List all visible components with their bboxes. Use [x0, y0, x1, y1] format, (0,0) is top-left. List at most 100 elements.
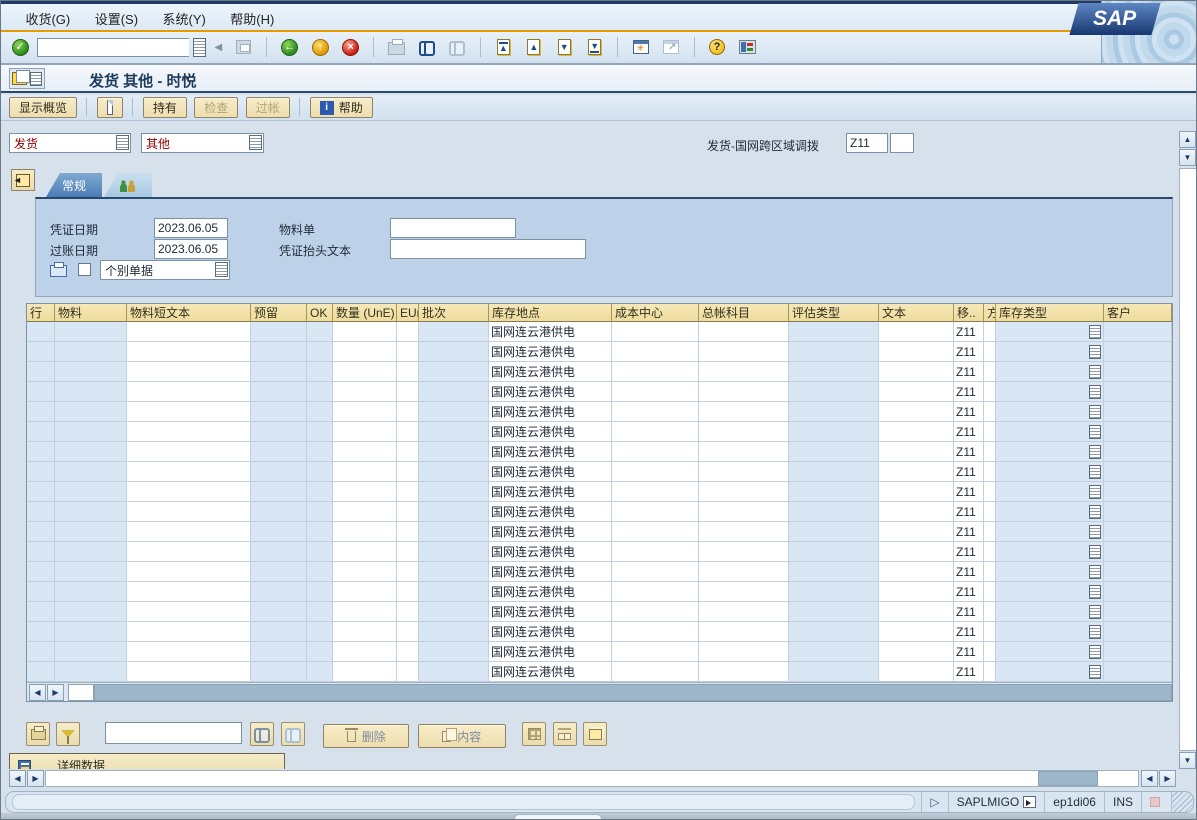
stock-type-dropdown-icon[interactable]: [1089, 385, 1101, 399]
cell-text[interactable]: [879, 502, 954, 522]
cell-stock_type[interactable]: [996, 362, 1104, 382]
cell-dc[interactable]: [984, 382, 996, 402]
cell-line[interactable]: [27, 542, 55, 562]
cell-short_text[interactable]: [127, 642, 251, 662]
check-button[interactable]: 检查: [194, 97, 238, 118]
cell-movement_type[interactable]: Z11: [954, 402, 984, 422]
stock-type-dropdown-icon[interactable]: [1089, 665, 1101, 679]
cell-short_text[interactable]: [127, 602, 251, 622]
cell-customer[interactable]: [1104, 422, 1172, 442]
cell-gl_account[interactable]: [699, 402, 789, 422]
cell-dc[interactable]: [984, 622, 996, 642]
cell-valuation_type[interactable]: [789, 422, 879, 442]
hscroll-left-button[interactable]: ◀: [9, 770, 26, 787]
cell-eun[interactable]: [397, 322, 419, 342]
cell-storage_loc[interactable]: 国网连云港供电: [489, 462, 612, 482]
vscroll-down-button[interactable]: ▼: [1179, 149, 1196, 166]
cell-gl_account[interactable]: [699, 462, 789, 482]
cell-valuation_type[interactable]: [789, 622, 879, 642]
cancel-button[interactable]: ×: [339, 35, 363, 59]
cell-quantity[interactable]: [333, 522, 397, 542]
cell-line[interactable]: [27, 622, 55, 642]
cell-batch[interactable]: [419, 342, 489, 362]
cell-reservation[interactable]: [251, 442, 307, 462]
cell-dc[interactable]: [984, 662, 996, 682]
cell-stock_type[interactable]: [996, 382, 1104, 402]
cell-movement_type[interactable]: Z11: [954, 622, 984, 642]
cell-reservation[interactable]: [251, 622, 307, 642]
cell-ok[interactable]: [307, 422, 333, 442]
cell-eun[interactable]: [397, 342, 419, 362]
cell-stock_type[interactable]: [996, 402, 1104, 422]
exit-button[interactable]: ↑: [308, 35, 332, 59]
cell-stock_type[interactable]: [996, 622, 1104, 642]
collapse-command-button[interactable]: ◀: [211, 35, 225, 59]
status-expand-button[interactable]: ▷: [921, 792, 947, 812]
cell-gl_account[interactable]: [699, 522, 789, 542]
cell-short_text[interactable]: [127, 562, 251, 582]
cell-dc[interactable]: [984, 362, 996, 382]
cell-customer[interactable]: [1104, 502, 1172, 522]
stock-type-dropdown-icon[interactable]: [1089, 425, 1101, 439]
hscroll-left-button-2[interactable]: ◀: [1141, 770, 1158, 787]
cell-movement_type[interactable]: Z11: [954, 662, 984, 682]
cell-material[interactable]: [55, 602, 127, 622]
cell-batch[interactable]: [419, 522, 489, 542]
cell-short_text[interactable]: [127, 622, 251, 642]
page-down-button[interactable]: ▼: [552, 35, 576, 59]
cell-eun[interactable]: [397, 622, 419, 642]
cell-quantity[interactable]: [333, 442, 397, 462]
cell-eun[interactable]: [397, 562, 419, 582]
tab-general[interactable]: 常规: [46, 173, 102, 197]
cell-quantity[interactable]: [333, 342, 397, 362]
cell-storage_loc[interactable]: 国网连云港供电: [489, 542, 612, 562]
cell-dc[interactable]: [984, 642, 996, 662]
cell-cost_center[interactable]: [612, 502, 699, 522]
cell-cost_center[interactable]: [612, 442, 699, 462]
cell-stock_type[interactable]: [996, 522, 1104, 542]
cell-short_text[interactable]: [127, 382, 251, 402]
grid-col-line[interactable]: 行: [27, 304, 55, 322]
cell-reservation[interactable]: [251, 562, 307, 582]
cell-storage_loc[interactable]: 国网连云港供电: [489, 482, 612, 502]
cell-quantity[interactable]: [333, 502, 397, 522]
vscroll-bottom-button[interactable]: ▼: [1179, 752, 1196, 769]
grid-hscroll-thumb[interactable]: [68, 684, 94, 701]
cell-cost_center[interactable]: [612, 542, 699, 562]
cell-text[interactable]: [879, 462, 954, 482]
cell-text[interactable]: [879, 582, 954, 602]
cell-dc[interactable]: [984, 542, 996, 562]
cell-text[interactable]: [879, 542, 954, 562]
cell-customer[interactable]: [1104, 622, 1172, 642]
cell-line[interactable]: [27, 322, 55, 342]
cell-valuation_type[interactable]: [789, 382, 879, 402]
cell-valuation_type[interactable]: [789, 562, 879, 582]
special-stock-field[interactable]: [890, 133, 914, 153]
services-for-object-icon[interactable]: [12, 72, 27, 85]
cell-short_text[interactable]: [127, 402, 251, 422]
cell-stock_type[interactable]: [996, 642, 1104, 662]
cell-storage_loc[interactable]: 国网连云港供电: [489, 342, 612, 362]
cell-material[interactable]: [55, 482, 127, 502]
cell-storage_loc[interactable]: 国网连云港供电: [489, 422, 612, 442]
cell-movement_type[interactable]: Z11: [954, 362, 984, 382]
individual-slip-dropdown-icon[interactable]: [215, 262, 228, 277]
cell-ok[interactable]: [307, 482, 333, 502]
cell-eun[interactable]: [397, 602, 419, 622]
item-find-next-button[interactable]: [281, 722, 305, 746]
content-button[interactable]: 内容: [418, 724, 506, 748]
cell-cost_center[interactable]: [612, 622, 699, 642]
cell-stock_type[interactable]: [996, 502, 1104, 522]
cell-text[interactable]: [879, 562, 954, 582]
cell-line[interactable]: [27, 482, 55, 502]
posting-date-field[interactable]: 2023.06.05: [154, 239, 228, 259]
detail-grid-button[interactable]: [522, 722, 546, 746]
cell-text[interactable]: [879, 622, 954, 642]
grid-scroll-left-button[interactable]: ◀: [29, 684, 46, 701]
cell-movement_type[interactable]: Z11: [954, 322, 984, 342]
cell-batch[interactable]: [419, 442, 489, 462]
cell-gl_account[interactable]: [699, 342, 789, 362]
cell-material[interactable]: [55, 382, 127, 402]
show-overview-button[interactable]: 显示概览: [9, 97, 77, 118]
grid-col-ok[interactable]: OK: [307, 304, 333, 322]
